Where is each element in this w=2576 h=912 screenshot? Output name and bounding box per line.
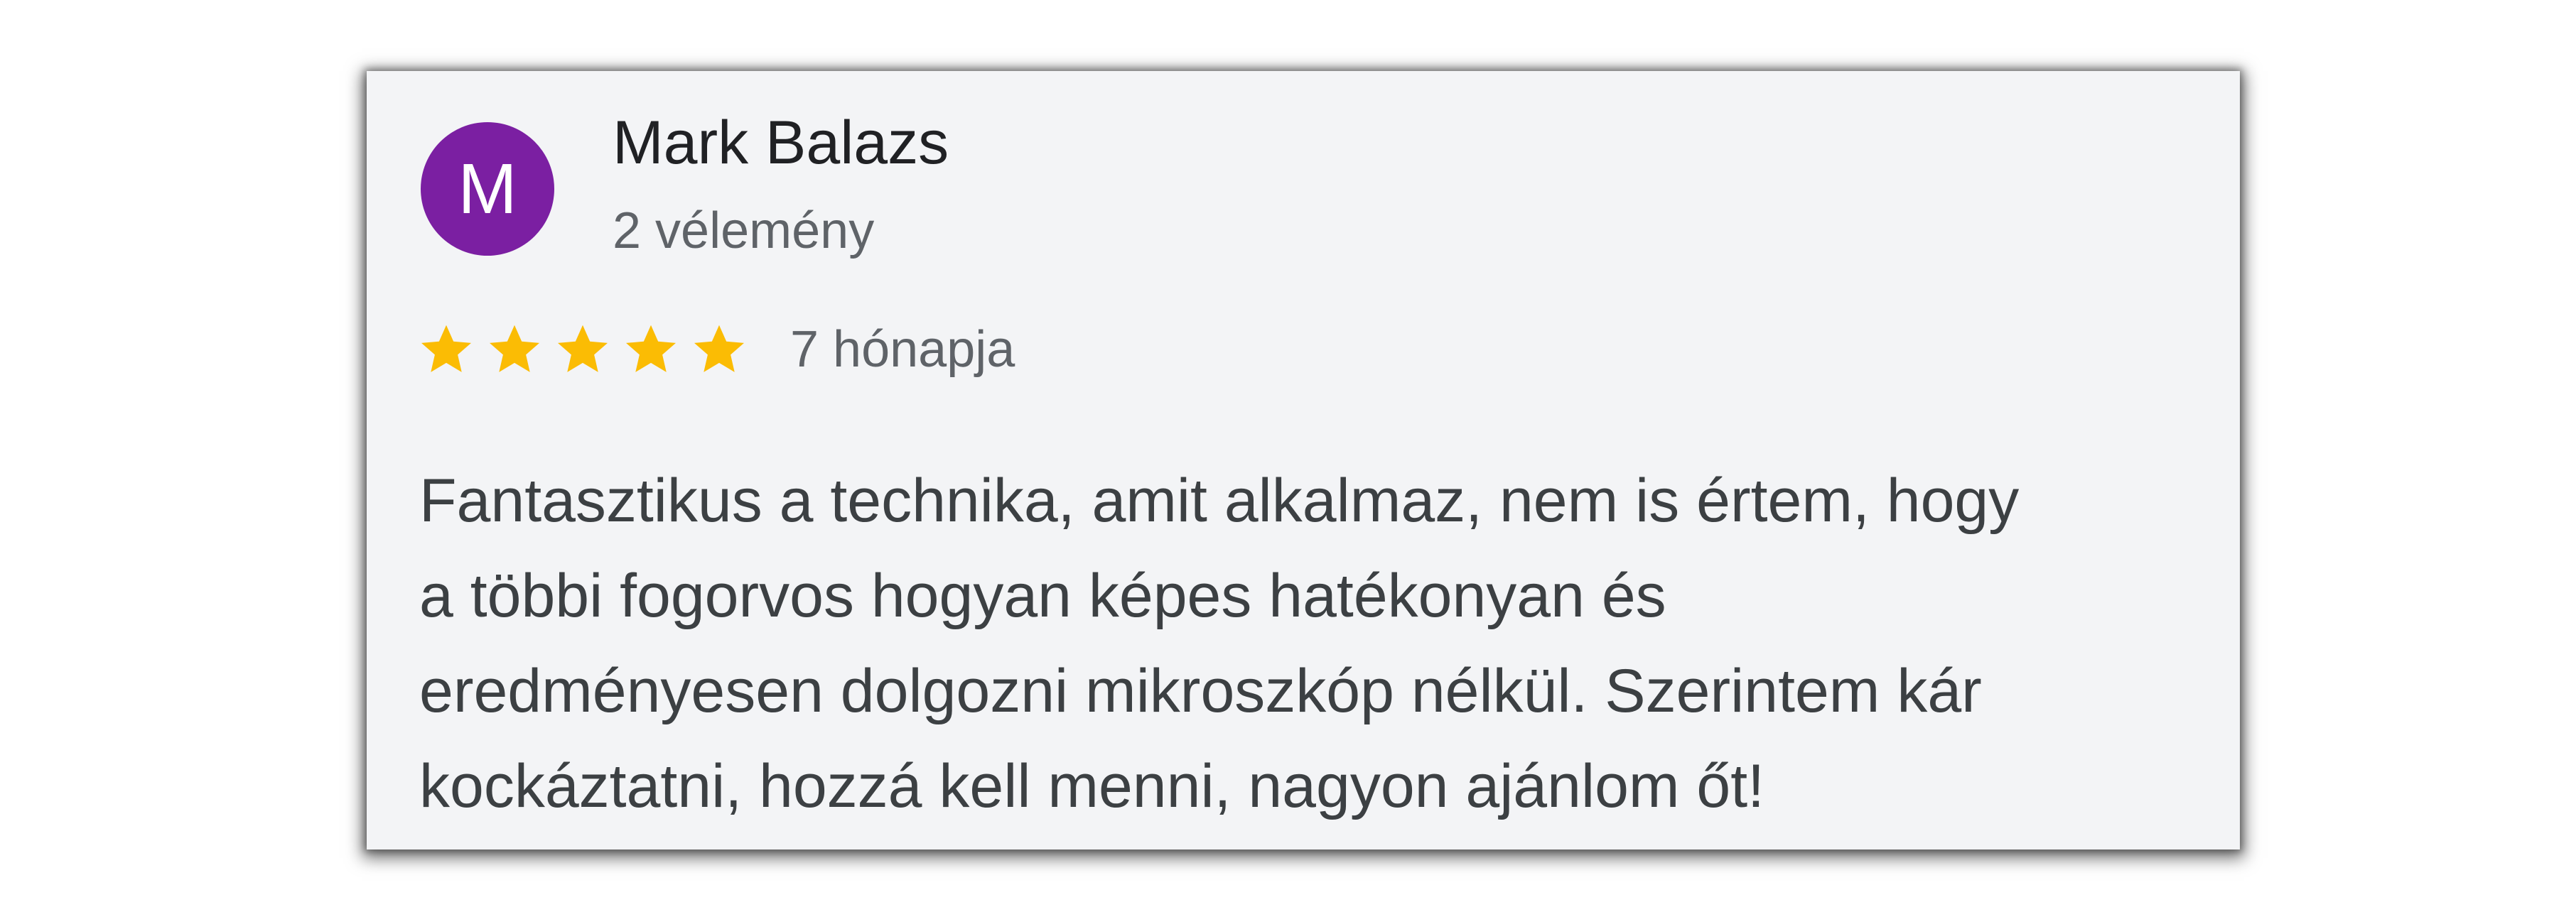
star-icon [421,325,471,372]
avatar[interactable]: M [421,122,554,256]
star-icon [490,325,539,372]
star-icon [626,325,676,372]
rating-row: 7 hónapja [416,314,1015,385]
review-time: 7 hónapja [790,321,1015,378]
star-icon [558,325,608,372]
review-card: M Mark Balazs 2 vélemény 7 hónapja Fanta… [367,71,2240,849]
review-text: Fantasztikus a technika, amit alkalmaz, … [419,467,2020,820]
star-icon [694,325,744,372]
star-rating [416,320,749,379]
reviewer-name[interactable]: Mark Balazs [613,107,949,180]
reviewer-review-count: 2 vélemény [613,202,875,259]
